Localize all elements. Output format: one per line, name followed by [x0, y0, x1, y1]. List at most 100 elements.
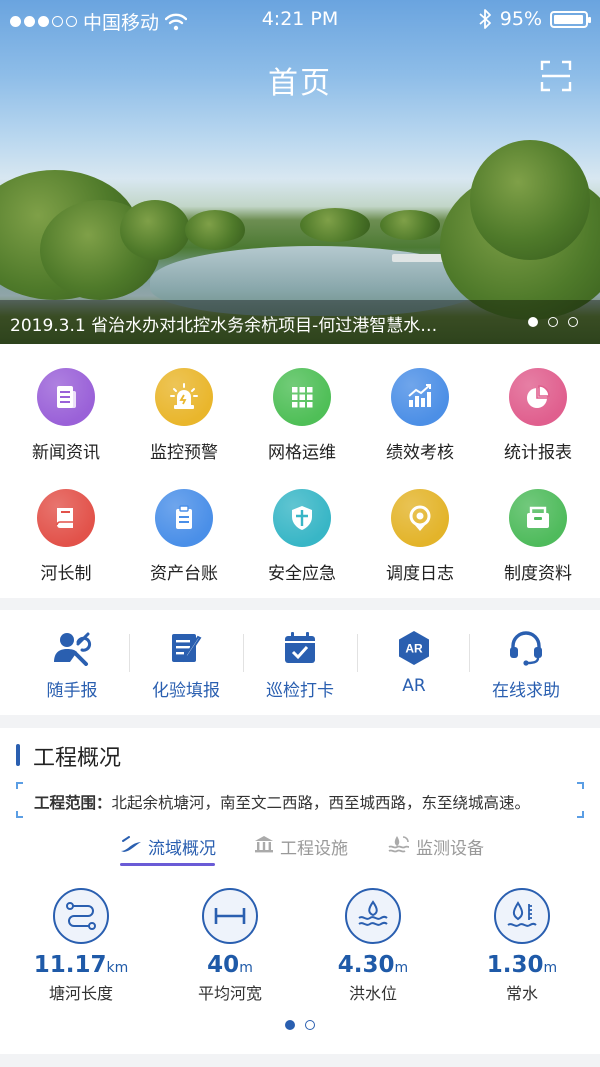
stat-value: 4.30m — [298, 952, 448, 978]
water-level-icon — [494, 888, 550, 944]
menu-item-label: 新闻资讯 — [32, 443, 100, 463]
menu-item-label: 河长制 — [40, 564, 92, 584]
ar-badge-icon: AR — [354, 630, 474, 666]
clipboard-icon — [155, 489, 213, 547]
stat-unit: m — [394, 960, 409, 976]
quick-action-label: 在线求助 — [492, 681, 560, 701]
quick-action-3[interactable]: 巡检打卡 — [240, 630, 360, 701]
menu-item-5[interactable]: 统计报表 — [478, 368, 598, 463]
menu-item-9[interactable]: 调度日志 — [360, 489, 480, 584]
stat-value: 11.17km — [6, 952, 156, 978]
stat-item-1: 11.17km 塘河长度 — [6, 888, 156, 1004]
banner-pagination — [528, 317, 578, 327]
scan-button[interactable] — [540, 60, 572, 92]
menu-item-label: 安全应急 — [268, 564, 336, 584]
overview-tabs: 流域概况 工程设施 监测设备 — [0, 834, 600, 868]
stat-label: 常水 — [505, 984, 538, 1003]
project-overview-section: 工程概况 工程范围：北起余杭塘河，南至文二西路，西至城西路，东至绕城高速。 流域… — [0, 728, 600, 1054]
quick-action-2[interactable]: 化验填报 — [126, 630, 246, 701]
stat-unit: km — [106, 960, 129, 976]
status-bar: 中国移动 4:21 PM 95% — [0, 0, 600, 40]
quick-action-4[interactable]: AR AR — [354, 630, 474, 696]
alarm-icon — [155, 368, 213, 426]
menu-item-label: 绩效考核 — [386, 443, 454, 463]
news-icon — [37, 368, 95, 426]
calendar-check-icon — [240, 630, 360, 666]
stat-number: 40 — [207, 952, 240, 978]
quick-action-label: 巡检打卡 — [266, 681, 334, 701]
menu-item-10[interactable]: 制度资料 — [478, 489, 598, 584]
menu-item-label: 统计报表 — [504, 443, 572, 463]
bluetooth-icon — [479, 9, 491, 29]
menu-item-8[interactable]: 安全应急 — [242, 489, 362, 584]
banner-caption-bar: 2019.3.1 省治水办对北控水务余杭项目-何过港智慧水务... — [0, 300, 600, 344]
function-grid: 新闻资讯 监控预警 网格运维 绩效考核 统计报表 河长制 资产台账 安全应急 调… — [0, 344, 600, 598]
width-icon — [202, 888, 258, 944]
grid-icon — [273, 368, 331, 426]
section-title: 工程概况 — [33, 746, 122, 771]
stat-item-3: 4.30m 洪水位 — [298, 888, 448, 1004]
tab-label: 工程设施 — [280, 839, 348, 859]
quick-action-5[interactable]: 在线求助 — [466, 630, 586, 701]
menu-item-4[interactable]: 绩效考核 — [360, 368, 480, 463]
stat-unit: m — [543, 960, 558, 976]
quick-actions-bar: 随手报 化验填报 巡检打卡 AR AR 在线求助 — [0, 610, 600, 715]
building-icon — [254, 835, 274, 858]
page-title: 首页 — [268, 66, 332, 101]
edit-form-icon — [126, 630, 246, 666]
menu-item-6[interactable]: 河长制 — [6, 489, 126, 584]
project-range-value: 北起余杭塘河，南至文二西路，西至城西路，东至绕城高速。 — [111, 794, 531, 812]
stat-label: 洪水位 — [348, 984, 397, 1003]
flood-level-icon — [345, 888, 401, 944]
stat-item-4: 1.30m 常水 — [447, 888, 597, 1004]
menu-item-7[interactable]: 资产台账 — [124, 489, 244, 584]
battery-icon — [550, 10, 591, 28]
menu-item-label: 调度日志 — [386, 564, 454, 584]
quick-action-label: 随手报 — [46, 681, 98, 701]
menu-item-label: 制度资料 — [504, 564, 572, 584]
quick-action-label: 化验填报 — [152, 681, 220, 701]
scan-icon — [540, 60, 572, 92]
banner-dot[interactable] — [528, 317, 538, 327]
stat-value: 40m — [155, 952, 305, 978]
active-tab-indicator — [120, 863, 215, 866]
banner-caption[interactable]: 2019.3.1 省治水办对北控水务余杭项目-何过港智慧水务... — [10, 311, 450, 336]
project-range-text: 工程范围：北起余杭塘河，南至文二西路，西至城西路，东至绕城高速。 — [34, 791, 530, 813]
tab-label: 流域概况 — [148, 839, 216, 859]
battery-percentage: 95% — [499, 8, 542, 30]
menu-item-2[interactable]: 监控预警 — [124, 368, 244, 463]
location-refresh-icon — [391, 489, 449, 547]
divider — [243, 634, 244, 672]
menu-item-label: 监控预警 — [150, 443, 218, 463]
file-box-icon — [509, 489, 567, 547]
menu-item-3[interactable]: 网格运维 — [242, 368, 362, 463]
stat-number: 4.30 — [337, 952, 395, 978]
page-dot[interactable] — [305, 1020, 315, 1030]
stat-item-2: 40m 平均河宽 — [155, 888, 305, 1004]
river-path-icon — [53, 888, 109, 944]
menu-item-1[interactable]: 新闻资讯 — [6, 368, 126, 463]
menu-item-label: 资产台账 — [150, 564, 218, 584]
tab-3[interactable]: 监测设备 — [388, 834, 484, 859]
performance-chart-icon — [391, 368, 449, 426]
stat-value: 1.30m — [447, 952, 597, 978]
stat-label: 平均河宽 — [197, 984, 262, 1003]
tab-2[interactable]: 工程设施 — [254, 834, 348, 859]
shield-icon — [273, 489, 331, 547]
divider — [357, 634, 358, 672]
project-range-label: 工程范围： — [34, 794, 112, 812]
menu-item-label: 网格运维 — [268, 443, 336, 463]
stat-number: 11.17 — [33, 952, 107, 978]
banner-dot[interactable] — [548, 317, 558, 327]
headset-icon — [466, 630, 586, 666]
quick-action-label: AR — [402, 676, 426, 696]
stat-unit: m — [239, 960, 253, 976]
tab-1[interactable]: 流域概况 — [120, 834, 216, 859]
monitor-wave-icon — [388, 835, 410, 858]
quick-action-1[interactable]: 随手报 — [12, 630, 132, 701]
svg-text:AR: AR — [405, 642, 423, 656]
banner-dot[interactable] — [568, 317, 578, 327]
banner-carousel[interactable]: 中国移动 4:21 PM 95% 首页 2019.3.1 省治水办对北控水务余杭… — [0, 0, 600, 344]
divider — [129, 634, 130, 672]
page-dot[interactable] — [285, 1020, 295, 1030]
